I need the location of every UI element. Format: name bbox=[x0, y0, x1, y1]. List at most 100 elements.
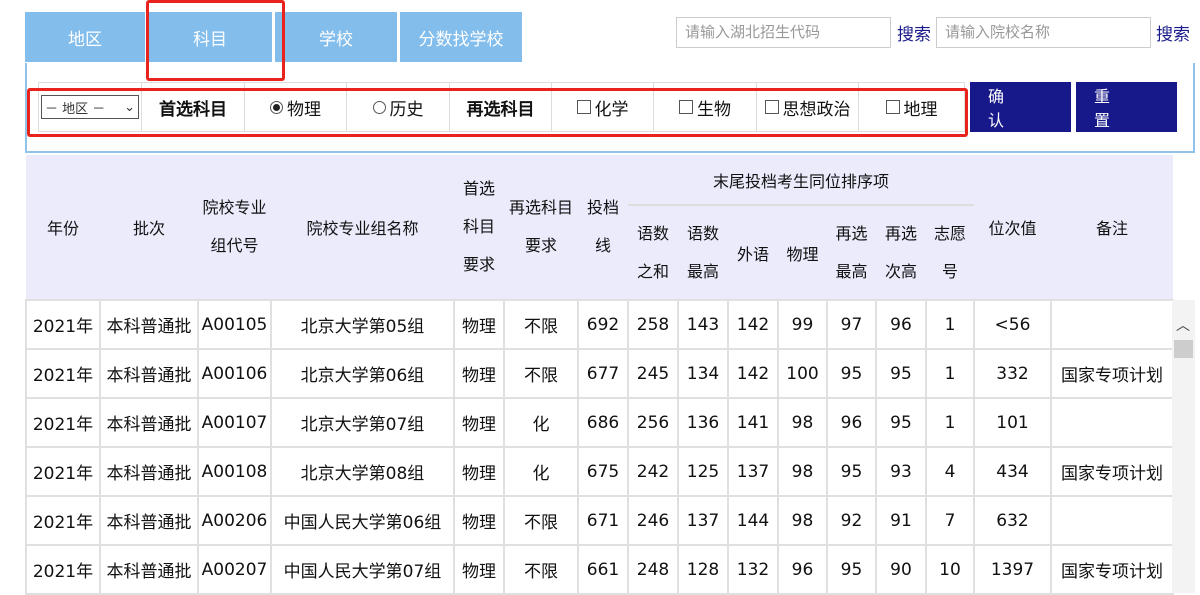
reset-button[interactable]: 重 置 bbox=[1076, 82, 1177, 132]
table-cell: A00105 bbox=[197, 299, 272, 350]
table-cell: 98 bbox=[777, 446, 828, 497]
code-search-input[interactable]: 请输入湖北招生代码 bbox=[676, 17, 891, 48]
table-cell: 不限 bbox=[503, 299, 579, 350]
table-cell: 692 bbox=[577, 299, 629, 350]
table-cell: 10 bbox=[925, 544, 975, 595]
table-cell: 136 bbox=[677, 397, 729, 448]
table-cell: 661 bbox=[577, 544, 629, 595]
table-cell: 98 bbox=[777, 397, 828, 448]
table-row: 2021年 本科普通批 A00207 中国人民大学第07组 物理 不限 661 248 128 1… bbox=[25, 544, 1174, 595]
name-search-button[interactable]: 搜索 bbox=[1156, 20, 1190, 45]
table-cell: 128 bbox=[677, 544, 729, 595]
table-cell: 国家专项计划 bbox=[1050, 446, 1174, 497]
table-cell: 92 bbox=[826, 495, 877, 546]
table-cell: 北京大学第07组 bbox=[270, 397, 455, 448]
table-cell: 物理 bbox=[453, 544, 505, 595]
table-cell: 化 bbox=[503, 446, 579, 497]
table-cell: 物理 bbox=[453, 299, 505, 350]
table-cell: 141 bbox=[727, 397, 779, 448]
table-cell: 245 bbox=[627, 348, 679, 399]
header-year: 年份 bbox=[26, 155, 100, 300]
table-cell: A00207 bbox=[197, 544, 272, 595]
table-cell: 国家专项计划 bbox=[1050, 348, 1174, 399]
table-cell: 本科普通批 bbox=[99, 446, 199, 497]
table-cell: 2021年 bbox=[25, 348, 101, 399]
table-cell: 95 bbox=[875, 397, 927, 448]
table-cell: 2021年 bbox=[25, 299, 101, 350]
table-cell: 4 bbox=[925, 446, 975, 497]
tab-school[interactable]: 学校 bbox=[275, 12, 397, 62]
table-cell: 98 bbox=[777, 495, 828, 546]
table-cell: 256 bbox=[627, 397, 679, 448]
header-cm-sum: 语数 之和 bbox=[628, 205, 678, 300]
table-cell: 不限 bbox=[503, 348, 579, 399]
table-cell: 95 bbox=[826, 348, 877, 399]
table-cell: 95 bbox=[826, 446, 877, 497]
header-score-line: 投档线 bbox=[578, 155, 628, 300]
header-batch: 批次 bbox=[100, 155, 198, 300]
table-cell: 686 bbox=[577, 397, 629, 448]
table-cell: 本科普通批 bbox=[99, 544, 199, 595]
table-cell: 246 bbox=[627, 495, 679, 546]
code-search-button[interactable]: 搜索 bbox=[897, 20, 931, 45]
table-cell: 不限 bbox=[503, 495, 579, 546]
table-cell: 95 bbox=[826, 544, 877, 595]
tab-score-find-school[interactable]: 分数找学校 bbox=[400, 12, 522, 62]
table-row: 2021年 本科普通批 A00108 北京大学第08组 物理化 675 242 125 137 9… bbox=[25, 446, 1174, 497]
table-cell: 本科普通批 bbox=[99, 495, 199, 546]
header-group-name: 院校专业组名称 bbox=[271, 155, 454, 300]
table-cell: 434 bbox=[973, 446, 1052, 497]
table-cell: 北京大学第05组 bbox=[270, 299, 455, 350]
confirm-button[interactable]: 确 认 bbox=[970, 82, 1071, 132]
table-cell: 2021年 bbox=[25, 495, 101, 546]
table-cell: 91 bbox=[875, 495, 927, 546]
tab-region[interactable]: 地区 bbox=[25, 12, 145, 62]
table-cell: 100 bbox=[777, 348, 828, 399]
scrollbar-thumb[interactable] bbox=[1174, 340, 1193, 358]
table-cell: 物理 bbox=[453, 446, 505, 497]
header-foreign: 外语 bbox=[728, 205, 778, 300]
header-second-next: 再选 次高 bbox=[876, 205, 926, 300]
table-cell: 本科普通批 bbox=[99, 348, 199, 399]
table-cell: 北京大学第06组 bbox=[270, 348, 455, 399]
table-cell: A00206 bbox=[197, 495, 272, 546]
table-cell: 北京大学第08组 bbox=[270, 446, 455, 497]
table-cell: 248 bbox=[627, 544, 679, 595]
table-cell: 134 bbox=[677, 348, 729, 399]
table-cell: 7 bbox=[925, 495, 975, 546]
header-physics: 物理 bbox=[778, 205, 827, 300]
table-cell: 物理 bbox=[453, 348, 505, 399]
table-cell: 96 bbox=[777, 544, 828, 595]
table-cell: 化 bbox=[503, 397, 579, 448]
header-cm-max: 语数 最高 bbox=[678, 205, 728, 300]
table-cell: 2021年 bbox=[25, 544, 101, 595]
table-cell: 144 bbox=[727, 495, 779, 546]
chevron-up-icon[interactable]: ︿ bbox=[1176, 315, 1190, 335]
table-cell: A00106 bbox=[197, 348, 272, 399]
header-first-subject: 首选 科目 要求 bbox=[454, 155, 504, 300]
table-cell: 677 bbox=[577, 348, 629, 399]
table-cell: 96 bbox=[875, 299, 927, 350]
table-cell: A00107 bbox=[197, 397, 272, 448]
table-cell: 93 bbox=[875, 446, 927, 497]
table-cell: 142 bbox=[727, 348, 779, 399]
table-cell: 物理 bbox=[453, 397, 505, 448]
name-search-input[interactable]: 请输入院校名称 bbox=[936, 17, 1151, 48]
table-cell bbox=[1050, 495, 1174, 546]
table-cell bbox=[1050, 397, 1174, 448]
header-second-subject: 再选科目 要求 bbox=[504, 155, 578, 300]
table-row: 2021年 本科普通批 A00107 北京大学第07组 物理化 686 256 136 141 9… bbox=[25, 397, 1174, 448]
table-cell: 2021年 bbox=[25, 446, 101, 497]
table-cell: 143 bbox=[677, 299, 729, 350]
table-cell: 675 bbox=[577, 446, 629, 497]
table-cell: <56 bbox=[973, 299, 1052, 350]
vertical-scrollbar[interactable]: ︿ bbox=[1172, 300, 1195, 593]
table-row: 2021年 本科普通批 A00106 北京大学第06组 物理 不限 677 245 134 142… bbox=[25, 348, 1174, 399]
table-cell: 258 bbox=[627, 299, 679, 350]
table-cell: 中国人民大学第06组 bbox=[270, 495, 455, 546]
table-cell: 1 bbox=[925, 348, 975, 399]
table-cell: 1 bbox=[925, 397, 975, 448]
table-row: 2021年 本科普通批 A00105 北京大学第05组 物理 不限 692 258 143 142… bbox=[25, 299, 1174, 350]
table-cell: 1 bbox=[925, 299, 975, 350]
table-cell: 2021年 bbox=[25, 397, 101, 448]
